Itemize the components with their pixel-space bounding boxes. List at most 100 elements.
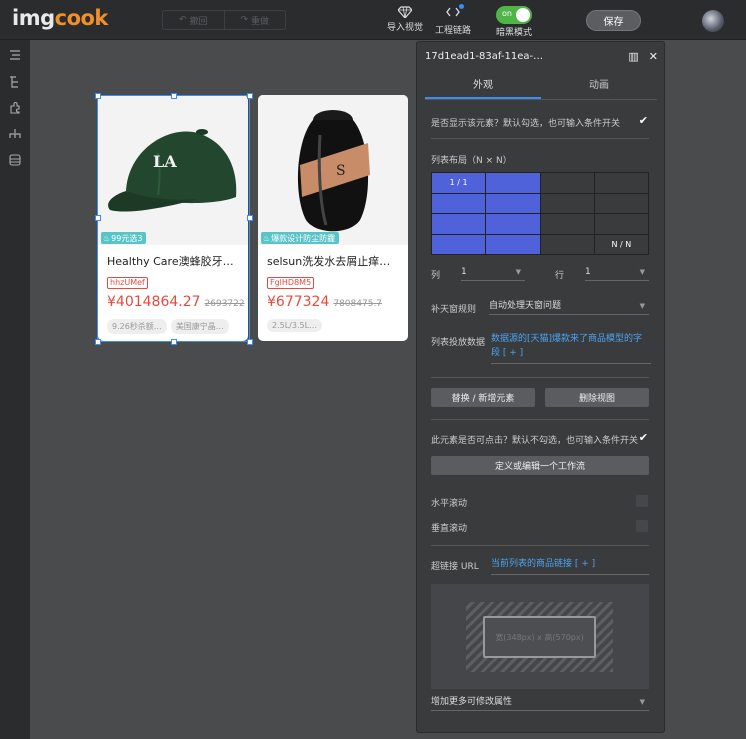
grid-cell[interactable]: [594, 193, 648, 213]
redo-button[interactable]: ↷ 重做: [223, 11, 286, 29]
grid-cell[interactable]: [540, 173, 594, 193]
grid-cell[interactable]: [540, 234, 594, 254]
logo-text-img: img: [12, 6, 55, 30]
grid-cell[interactable]: 1 / 1: [432, 173, 486, 193]
more-properties-select[interactable]: 增加更多可修改属性 ▼: [431, 695, 649, 711]
panel-tabs: 外观 动画: [425, 78, 657, 100]
database-icon[interactable]: [8, 153, 22, 167]
resize-handle[interactable]: [95, 215, 101, 221]
engineering-link-button[interactable]: 工程链路: [435, 4, 471, 36]
plugin-icon[interactable]: [8, 101, 22, 115]
grid-cell[interactable]: N / N: [594, 234, 648, 254]
grid-cell[interactable]: [486, 173, 540, 193]
clickable-label: 此元素是否可点击？默认不勾选，也可输入条件开关: [431, 436, 639, 446]
chevron-down-icon: ▼: [639, 302, 645, 310]
horizontal-scroll-checkbox[interactable]: [636, 495, 648, 507]
grid-cell[interactable]: [486, 214, 540, 234]
chevron-down-icon: ▼: [639, 698, 645, 706]
product-image-shampoo: S: [258, 95, 408, 245]
grid-cell[interactable]: [540, 193, 594, 213]
top-toolbar: imgcook ↶ 撤回 ↷ 重做 导入视觉 工程链路 on 暗黑模式 保存: [0, 0, 746, 40]
resize-handle[interactable]: [171, 339, 177, 345]
row-label: 行: [555, 271, 565, 281]
show-element-label: 是否显示该元素？默认勾选，也可输入条件开关: [431, 119, 621, 129]
promo-badge: ♨ 爆款设计防尘防霾: [261, 232, 340, 244]
imgcook-logo[interactable]: imgcook: [12, 6, 108, 30]
outline-icon[interactable]: [8, 48, 22, 62]
engineering-icon-wrap: [446, 4, 464, 23]
grid-cell[interactable]: [594, 214, 648, 234]
fill-rule-select[interactable]: 自动处理天窗问题 ▼: [489, 299, 649, 315]
divider: [431, 419, 649, 420]
fill-rule-label: 补天窗规则: [431, 305, 477, 315]
show-element-checkbox[interactable]: ✔: [639, 114, 648, 127]
list-data-link[interactable]: 数据源的[天猫]爆款来了商品模型的字段 [ + ]: [491, 332, 651, 364]
hyperlink-url-link[interactable]: 当前列表的商品链接 [ + ]: [491, 557, 649, 575]
redo-icon: ↷: [240, 15, 249, 25]
import-visual-button[interactable]: 导入视觉: [387, 6, 423, 33]
map-icon[interactable]: ▥: [628, 50, 638, 63]
resize-handle[interactable]: [171, 93, 177, 99]
fill-rule-value: 自动处理天窗问题: [489, 301, 562, 311]
column-value: 1: [461, 267, 467, 277]
close-icon[interactable]: ✕: [649, 50, 658, 63]
structure-icon[interactable]: [8, 127, 22, 141]
grid-cell[interactable]: [432, 214, 486, 234]
horizontal-scroll-label: 水平滚动: [431, 499, 468, 509]
resize-handle[interactable]: [247, 339, 253, 345]
save-button[interactable]: 保存: [586, 10, 641, 31]
delete-view-button[interactable]: 删除视图: [545, 388, 649, 407]
selection-box[interactable]: [97, 95, 250, 342]
grid-cell[interactable]: [540, 214, 594, 234]
product-code: FglHD8M5: [267, 277, 315, 289]
vertical-scroll-label: 垂直滚动: [431, 524, 468, 534]
tab-animation[interactable]: 动画: [541, 78, 657, 99]
grid-cell[interactable]: [486, 234, 540, 254]
chevron-down-icon: ▼: [515, 268, 521, 276]
dark-mode-switch[interactable]: on 暗黑模式: [496, 6, 532, 38]
divider: [431, 545, 649, 546]
workflow-button[interactable]: 定义或编辑一个工作流: [431, 456, 649, 475]
left-sidebar: [0, 40, 30, 739]
current-price: ¥677324: [267, 294, 330, 310]
resize-handle[interactable]: [95, 339, 101, 345]
grid-cell[interactable]: [432, 193, 486, 213]
layer-tree-icon[interactable]: [8, 75, 22, 89]
clickable-checkbox[interactable]: ✔: [639, 431, 648, 444]
promo-badge-text: 爆款设计防尘防霾: [271, 233, 336, 243]
column-select[interactable]: 1 ▼: [461, 265, 525, 281]
panel-header-icons: ▥ ✕: [628, 50, 658, 63]
row-select[interactable]: 1 ▼: [585, 265, 649, 281]
grid-cell[interactable]: [432, 234, 486, 254]
size-preview-area: 宽(348px) x 高(570px): [431, 584, 649, 689]
list-layout-grid[interactable]: 1 / 1 N / N: [431, 172, 649, 255]
resize-handle[interactable]: [95, 93, 101, 99]
dark-mode-toggle[interactable]: on: [496, 6, 532, 24]
product-card[interactable]: S ♨ 爆款设计防尘防霾 selsun洗发水去屑止痒… FglHD8M5 ¥677…: [258, 95, 408, 341]
replace-add-element-button[interactable]: 替换 / 新增元素: [431, 388, 535, 407]
undo-icon: ↶: [178, 15, 187, 25]
shampoo-bottle-image: S: [297, 110, 370, 232]
resize-handle[interactable]: [247, 93, 253, 99]
code-link-icon: [446, 7, 460, 17]
grid-cell[interactable]: [486, 193, 540, 213]
user-avatar[interactable]: [702, 10, 724, 32]
tag-list: 2.5L/3.5L…: [267, 319, 323, 332]
resize-handle[interactable]: [247, 215, 253, 221]
tab-appearance[interactable]: 外观: [425, 78, 541, 99]
undo-redo-group: ↶ 撤回 ↷ 重做: [162, 10, 286, 30]
notification-dot: [459, 4, 464, 9]
logo-text-cook: cook: [54, 6, 109, 30]
hatch-area: 宽(348px) x 高(570px): [466, 602, 613, 672]
original-price: 7808475.7: [333, 299, 383, 309]
hyperlink-url-label: 超链接 URL: [431, 562, 479, 572]
size-preview-box[interactable]: 宽(348px) x 高(570px): [483, 616, 596, 658]
grid-cell[interactable]: [594, 173, 648, 193]
list-layout-label: 列表布局（N × N）: [431, 156, 512, 166]
more-properties-label: 增加更多可修改属性: [431, 697, 513, 707]
list-data-label: 列表投放数据: [431, 338, 486, 348]
vertical-scroll-checkbox[interactable]: [636, 520, 648, 532]
toggle-state: on: [502, 9, 512, 18]
dark-mode-label: 暗黑模式: [496, 28, 533, 38]
undo-button[interactable]: ↶ 撤回: [163, 11, 224, 29]
